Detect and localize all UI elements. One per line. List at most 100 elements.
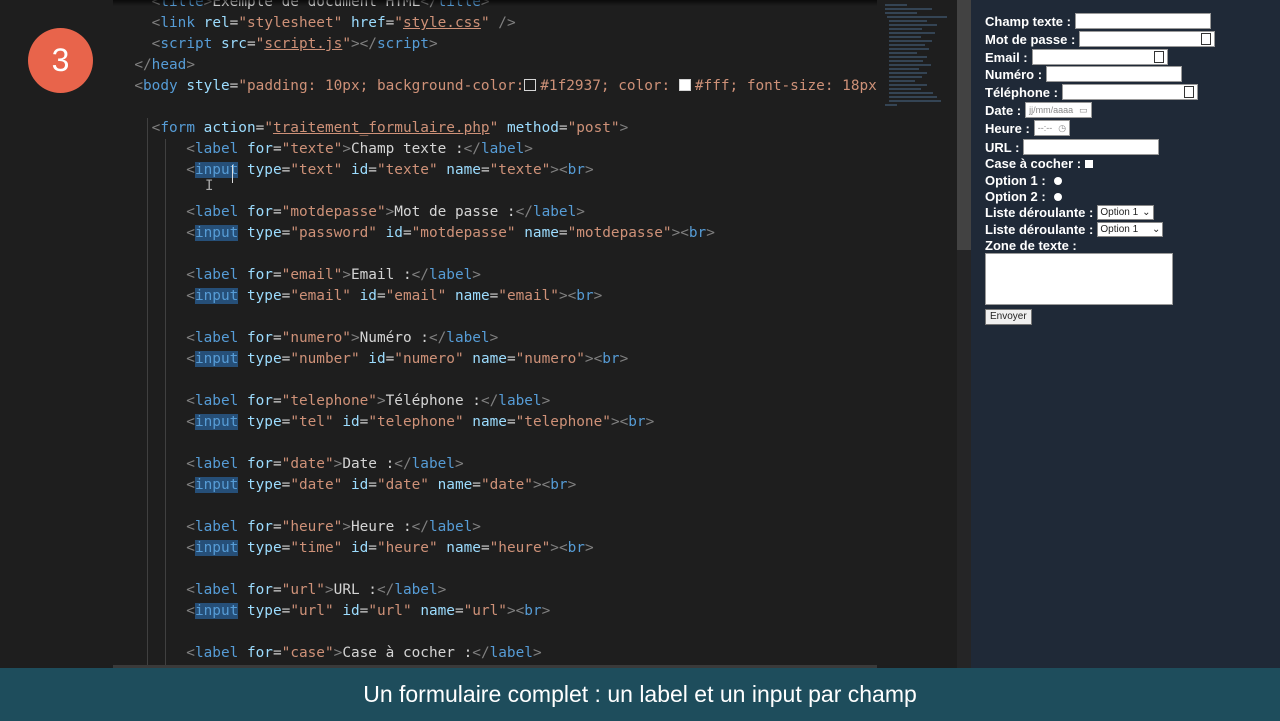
code-token: = — [472, 477, 481, 493]
color-swatch-icon — [678, 79, 691, 91]
code-token: for — [246, 330, 273, 346]
calendar-icon[interactable]: ▭ — [1079, 105, 1088, 116]
code-line: <input type="number" id="numero" name="n… — [117, 349, 628, 370]
code-line: <link rel="stylesheet" href="style.css" … — [117, 13, 516, 34]
checkbox[interactable] — [1085, 159, 1094, 168]
code-token: label — [489, 645, 533, 661]
code-token: id — [385, 225, 403, 241]
code-token: = — [385, 351, 395, 367]
code-token: "email" — [290, 288, 351, 304]
code-token: "texte" — [281, 141, 343, 157]
email-input[interactable] — [1031, 49, 1168, 65]
code-token: = — [272, 267, 282, 283]
code-token: = — [281, 162, 291, 178]
code-token: < — [117, 36, 161, 52]
caption-bar: Un formulaire complet : un label et un i… — [0, 668, 1280, 721]
vertical-scrollbar[interactable] — [957, 0, 971, 668]
code-token: > — [472, 519, 481, 535]
select-liste2[interactable]: Option 1 ⌄ — [1097, 222, 1164, 237]
password-manager-icon — [1201, 33, 1212, 45]
code-token: for — [246, 519, 273, 535]
radio-option2[interactable] — [1053, 192, 1062, 201]
code-token: script — [160, 36, 213, 52]
code-token: = — [246, 36, 256, 52]
code-token: "password" — [290, 225, 377, 241]
code-token: > — [541, 603, 551, 619]
radio-option1[interactable] — [1053, 176, 1062, 185]
code-token: >< — [671, 225, 689, 241]
code-editor[interactable]: <title>Exemple de document HTML</title> … — [113, 0, 877, 668]
clock-icon[interactable]: ◷ — [1058, 123, 1066, 134]
date-input[interactable]: jj/mm/aaaa ▭ — [1025, 102, 1092, 118]
code-token: label — [194, 267, 239, 283]
code-token: >< — [532, 477, 551, 493]
tel-input[interactable] — [1061, 84, 1198, 100]
row-case: Case à cocher : — [985, 156, 1094, 171]
label-numero: Numéro : — [985, 66, 1043, 82]
code-token: " — [480, 15, 490, 31]
code-token: = — [359, 414, 369, 430]
password-input[interactable] — [1079, 31, 1216, 47]
code-token: > — [567, 477, 577, 493]
code-token: < — [117, 120, 161, 136]
scrollbar-thumb[interactable] — [957, 0, 971, 250]
code-token: < — [117, 15, 161, 31]
code-token: for — [246, 582, 273, 598]
minimap[interactable] — [877, 0, 957, 668]
code-token: > — [524, 141, 533, 157]
code-token: #1f2937; color: — [540, 78, 679, 94]
code-token: "heure" — [489, 540, 551, 556]
code-token: = — [480, 540, 490, 556]
code-token: >< — [550, 162, 568, 178]
code-token: </ — [394, 456, 412, 472]
code-token: = — [558, 225, 568, 241]
row-liste1: Liste déroulante : Option 1 ⌄ — [985, 205, 1154, 220]
text-cursor — [232, 165, 233, 183]
label-liste1: Liste déroulante : — [985, 205, 1094, 220]
caption-text: Un formulaire complet : un label et un i… — [363, 681, 917, 707]
code-token: link — [160, 15, 195, 31]
submit-button[interactable]: Envoyer — [985, 309, 1032, 325]
code-token: label — [194, 582, 239, 598]
code-token: Email : — [350, 267, 412, 283]
select-liste1[interactable]: Option 1 ⌄ — [1097, 205, 1154, 220]
code-line: <input type="password" id="motdepasse" n… — [117, 223, 715, 244]
time-placeholder: --:-- — [1037, 123, 1053, 133]
code-token: br — [550, 477, 568, 493]
code-token: > — [489, 330, 499, 346]
row-date: Date : jj/mm/aaaa ▭ — [985, 102, 1092, 118]
code-token: type — [246, 477, 282, 493]
code-token: Mot de passe : — [394, 204, 516, 220]
number-input[interactable] — [1046, 66, 1183, 82]
label-option1: Option 1 : — [985, 173, 1046, 188]
time-input[interactable]: --:-- ◷ — [1033, 120, 1071, 136]
code-token: "heure" — [376, 540, 438, 556]
label-liste2: Liste déroulante : — [985, 222, 1094, 237]
code-token: </ — [480, 393, 499, 409]
label-telephone: Téléphone : — [985, 84, 1058, 100]
code-token: "post" — [567, 120, 620, 136]
code-token: for — [246, 267, 273, 283]
code-token: = — [376, 288, 386, 304]
chevron-down-icon: ⌄ — [1142, 207, 1151, 218]
textarea[interactable] — [985, 253, 1173, 305]
code-line: <input type="date" id="date" name="date"… — [117, 475, 576, 496]
url-input[interactable] — [1023, 139, 1160, 155]
label-url: URL : — [985, 139, 1020, 155]
select-value: Option 1 — [1100, 224, 1139, 235]
text-input[interactable] — [1074, 13, 1211, 29]
code-token: > — [454, 456, 464, 472]
code-token: name — [472, 414, 507, 430]
code-token: Date : — [342, 456, 395, 472]
code-token: > — [619, 351, 629, 367]
code-token: = — [368, 540, 377, 556]
code-line: <input type="url" id="url" name="url"><b… — [117, 601, 550, 622]
select-value: Option 1 — [1100, 207, 1139, 218]
